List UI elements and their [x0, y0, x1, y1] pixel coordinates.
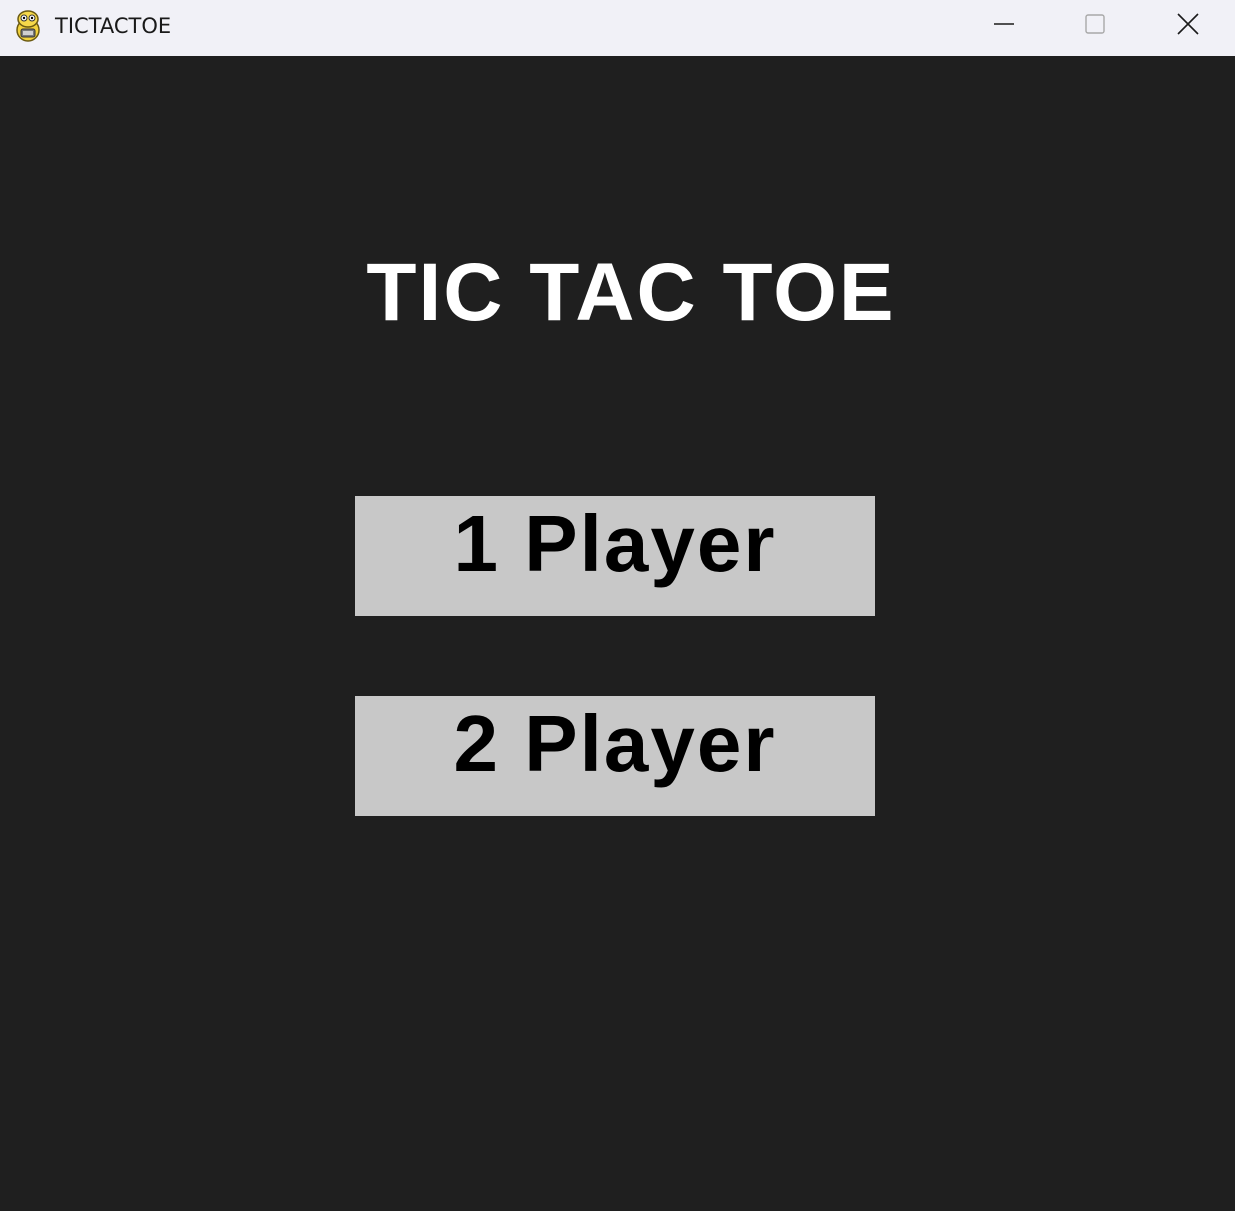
close-button[interactable] [1143, 0, 1233, 48]
game-canvas: TIC TAC TOE 1 Player 2 Player [0, 56, 1235, 1211]
pygame-icon [13, 9, 43, 43]
two-player-button[interactable]: 2 Player [355, 696, 875, 816]
maximize-button[interactable] [1050, 0, 1140, 48]
game-title: TIC TAC TOE [366, 247, 896, 338]
window-title: TICTACTOE [55, 14, 172, 38]
maximize-icon [1083, 12, 1107, 36]
title-bar[interactable]: TICTACTOE [0, 0, 1235, 56]
one-player-label: 1 Player [453, 499, 777, 588]
minimize-icon [992, 12, 1016, 36]
app-window: TICTACTOE TIC TAC TOE 1 Player 2 Player [0, 0, 1235, 1211]
minimize-button[interactable] [959, 0, 1049, 48]
close-icon [1176, 12, 1200, 36]
one-player-button[interactable]: 1 Player [355, 496, 875, 616]
two-player-label: 2 Player [453, 699, 777, 788]
